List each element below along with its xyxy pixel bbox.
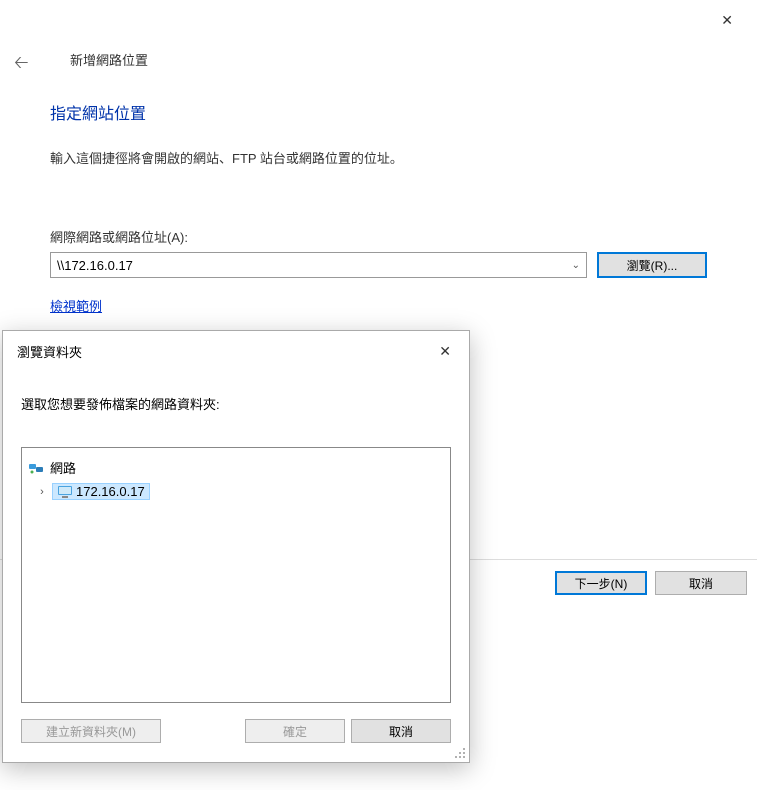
cancel-button[interactable]: 取消 [655, 571, 747, 595]
browse-folder-dialog: 瀏覽資料夾 ✕ 選取您想要發佈檔案的網路資料夾: 網路 › 172.16.0.1 [2, 330, 470, 763]
back-arrow-icon: 🡠 [14, 52, 29, 72]
computer-icon [57, 485, 73, 499]
dialog-close-button[interactable]: ✕ [433, 341, 457, 362]
address-input[interactable] [57, 258, 568, 273]
address-row: ⌄ 瀏覽(R)... [50, 252, 707, 278]
address-input-wrapper[interactable]: ⌄ [50, 252, 587, 278]
ok-button: 確定 [245, 719, 345, 743]
chevron-down-icon[interactable]: ⌄ [568, 260, 580, 271]
close-icon: ✕ [439, 343, 451, 359]
page-heading: 指定網站位置 [50, 100, 707, 124]
browse-button[interactable]: 瀏覽(R)... [597, 252, 707, 278]
back-button[interactable]: 🡠 [14, 50, 29, 80]
close-icon: ✕ [721, 12, 733, 28]
tree-root-label: 網路 [50, 458, 76, 477]
tree-item-computer[interactable]: 172.16.0.17 [52, 483, 150, 500]
dialog-cancel-button[interactable]: 取消 [351, 719, 451, 743]
tree-root-network[interactable]: 網路 [28, 456, 444, 479]
tree-item-selected[interactable]: › 172.16.0.17 [28, 481, 444, 502]
dialog-footer: 建立新資料夾(M) 確定 取消 [3, 711, 469, 757]
resize-grip-icon[interactable] [454, 747, 466, 759]
dialog-title: 瀏覽資料夾 [17, 342, 82, 361]
next-button[interactable]: 下一步(N) [555, 571, 647, 595]
spacer [167, 719, 239, 743]
window-close-button[interactable]: ✕ [713, 8, 741, 33]
dialog-header: 瀏覽資料夾 ✕ [3, 331, 469, 372]
expand-chevron-icon[interactable]: › [36, 486, 48, 498]
content-area: 指定網站位置 輸入這個捷徑將會開啟的網站、FTP 站台或網路位置的位址。 網際網… [50, 100, 707, 315]
page-instruction: 輸入這個捷徑將會開啟的網站、FTP 站台或網路位置的位址。 [50, 148, 707, 167]
folder-tree[interactable]: 網路 › 172.16.0.17 [21, 447, 451, 703]
tree-item-label: 172.16.0.17 [76, 484, 145, 499]
view-example-link[interactable]: 檢視範例 [50, 296, 102, 315]
network-icon [28, 460, 44, 476]
address-label: 網際網路或網路位址(A): [50, 227, 707, 246]
wizard-footer: 下一步(N) 取消 [555, 571, 747, 595]
wizard-title: 新增網路位置 [70, 50, 148, 69]
new-folder-button: 建立新資料夾(M) [21, 719, 161, 743]
dialog-instruction: 選取您想要發佈檔案的網路資料夾: [3, 372, 469, 425]
